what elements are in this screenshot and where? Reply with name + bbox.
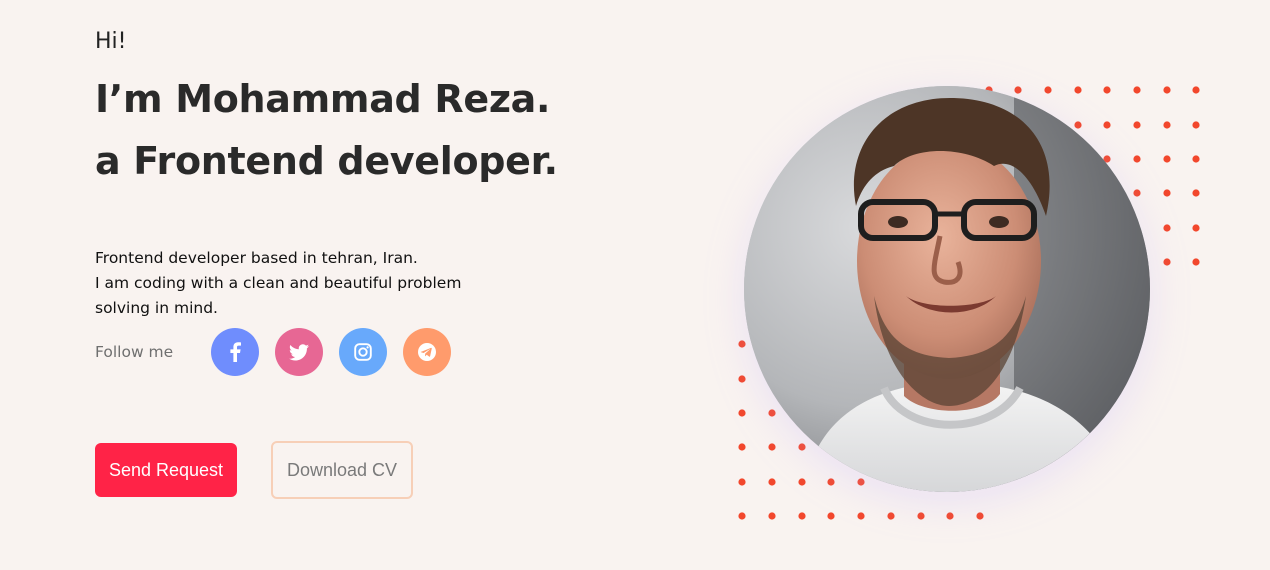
instagram-icon [354,343,372,361]
headline-line-1: I’m Mohammad Reza. [95,77,551,121]
send-request-button[interactable]: Send Request [95,443,237,497]
follow-me-label: Follow me [95,343,174,361]
hero-section: Hi! I’m Mohammad Reza. a Frontend develo… [0,0,1270,570]
telegram-icon [417,342,437,362]
download-cv-button[interactable]: Download CV [271,441,413,499]
hero-headline: I’m Mohammad Reza. a Frontend developer. [95,68,655,192]
greeting-text: Hi! [95,29,127,54]
social-follow-row: Follow me [95,328,467,376]
portrait-photo [744,86,1150,492]
description-line-3: solving in mind. [95,299,218,317]
description-line-2: I am coding with a clean and beautiful p… [95,274,462,292]
hero-text-column: Hi! I’m Mohammad Reza. a Frontend develo… [95,29,655,499]
telegram-button[interactable] [403,328,451,376]
facebook-icon [229,342,241,362]
profile-portrait [744,86,1150,492]
twitter-icon [289,343,309,361]
twitter-button[interactable] [275,328,323,376]
headline-line-2: a Frontend developer. [95,139,558,183]
hero-description: Frontend developer based in tehran, Iran… [95,246,515,321]
hero-action-row: Send Request Download CV [95,441,413,499]
facebook-button[interactable] [211,328,259,376]
instagram-button[interactable] [339,328,387,376]
description-line-1: Frontend developer based in tehran, Iran… [95,249,418,267]
